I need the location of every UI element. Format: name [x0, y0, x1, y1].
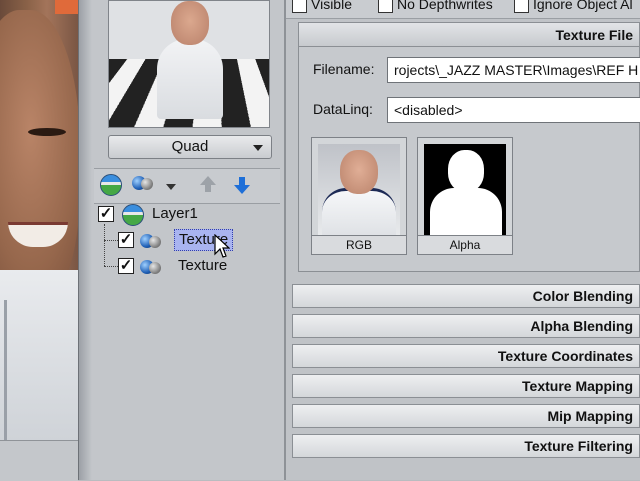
- ignore-object-alpha-option[interactable]: Ignore Object Al: [514, 0, 633, 13]
- texture-icon: [140, 232, 162, 250]
- rollout-mip-mapping[interactable]: Mip Mapping: [292, 404, 640, 428]
- visible-option[interactable]: Visible: [292, 0, 352, 13]
- texture-file-header[interactable]: Texture File: [299, 23, 639, 47]
- viewport-jacket: [0, 270, 78, 440]
- datalinq-field[interactable]: <disabled>: [387, 97, 640, 123]
- chevron-down-icon: [253, 145, 263, 151]
- tree-item-layer1[interactable]: ✓ Layer1: [98, 204, 278, 228]
- visible-label: Visible: [311, 0, 352, 12]
- material-panel: Quad ✓ Layer1 ✓ Texture ✓ Texture: [92, 0, 286, 480]
- no-depthwrites-label: No Depthwrites: [397, 0, 493, 12]
- tree-item-texture-1[interactable]: ✓ Texture: [118, 229, 278, 254]
- tree-item-label: Layer1: [152, 205, 198, 222]
- rgb-thumbnail[interactable]: RGB: [311, 137, 407, 255]
- texture1-checkbox[interactable]: ✓: [118, 232, 134, 248]
- add-layer-button[interactable]: [100, 174, 124, 198]
- texture-icon: [132, 174, 154, 192]
- viewport-status-bar: [0, 440, 78, 481]
- add-texture-button[interactable]: [132, 174, 156, 198]
- mouse-cursor-icon: [214, 234, 230, 258]
- rollout-texture-coordinates[interactable]: Texture Coordinates: [292, 344, 640, 368]
- layer1-checkbox[interactable]: ✓: [98, 206, 114, 222]
- chevron-down-icon[interactable]: [166, 184, 176, 190]
- move-down-button[interactable]: [230, 174, 254, 198]
- no-depthwrites-option[interactable]: No Depthwrites: [378, 0, 493, 13]
- rollout-color-blending[interactable]: Color Blending: [292, 284, 640, 308]
- rgb-caption: RGB: [312, 235, 406, 254]
- texture2-checkbox[interactable]: ✓: [118, 258, 134, 274]
- rollout-texture-filtering[interactable]: Texture Filtering: [292, 434, 640, 458]
- preview-body: [157, 39, 223, 119]
- layer-tree: ✓ Layer1 ✓ Texture ✓ Texture: [92, 204, 282, 304]
- texture-file-section: Texture File Filename: rojects\_JAZZ MAS…: [298, 22, 640, 272]
- visible-checkbox[interactable]: [292, 0, 307, 13]
- no-depthwrites-checkbox[interactable]: [378, 0, 393, 13]
- preview-subject: [157, 1, 223, 119]
- texture-icon: [140, 258, 162, 276]
- alpha-thumbnail[interactable]: Alpha: [417, 137, 513, 255]
- preview-shape-dropdown[interactable]: Quad: [108, 135, 272, 159]
- datalinq-label: DataLinq:: [313, 101, 373, 117]
- rgb-image: [318, 144, 400, 236]
- layer-icon: [100, 174, 122, 196]
- rollout-alpha-blending[interactable]: Alpha Blending: [292, 314, 640, 338]
- viewport-eye: [28, 128, 66, 136]
- layer-icon: [122, 204, 144, 226]
- material-preview: [108, 0, 270, 128]
- filename-field[interactable]: rojects\_JAZZ MASTER\Images\REF H: [387, 57, 640, 83]
- preview-shape-value: Quad: [171, 138, 209, 155]
- alpha-image: [424, 144, 506, 236]
- viewport-splitter[interactable]: [78, 0, 93, 480]
- viewport-red-corner: [55, 0, 78, 14]
- top-options-bar: Visible No Depthwrites Ignore Object Al: [286, 0, 640, 19]
- tree-item-texture-2[interactable]: ✓ Texture: [118, 256, 278, 280]
- ignore-object-alpha-label: Ignore Object Al: [533, 0, 633, 12]
- viewport-zip: [4, 300, 7, 440]
- move-up-button[interactable]: [196, 174, 220, 198]
- texture-properties-panel: Visible No Depthwrites Ignore Object Al …: [286, 0, 640, 480]
- layer-toolbar: [94, 168, 280, 204]
- alpha-caption: Alpha: [418, 235, 512, 254]
- preview-head: [171, 1, 209, 45]
- filename-label: Filename:: [313, 61, 375, 77]
- ignore-object-alpha-checkbox[interactable]: [514, 0, 529, 13]
- rollout-texture-mapping[interactable]: Texture Mapping: [292, 374, 640, 398]
- arrow-up-icon: [200, 176, 216, 185]
- arrow-down-icon: [234, 185, 250, 194]
- viewport-face: [0, 10, 78, 310]
- viewport-photo-edge: [0, 0, 78, 440]
